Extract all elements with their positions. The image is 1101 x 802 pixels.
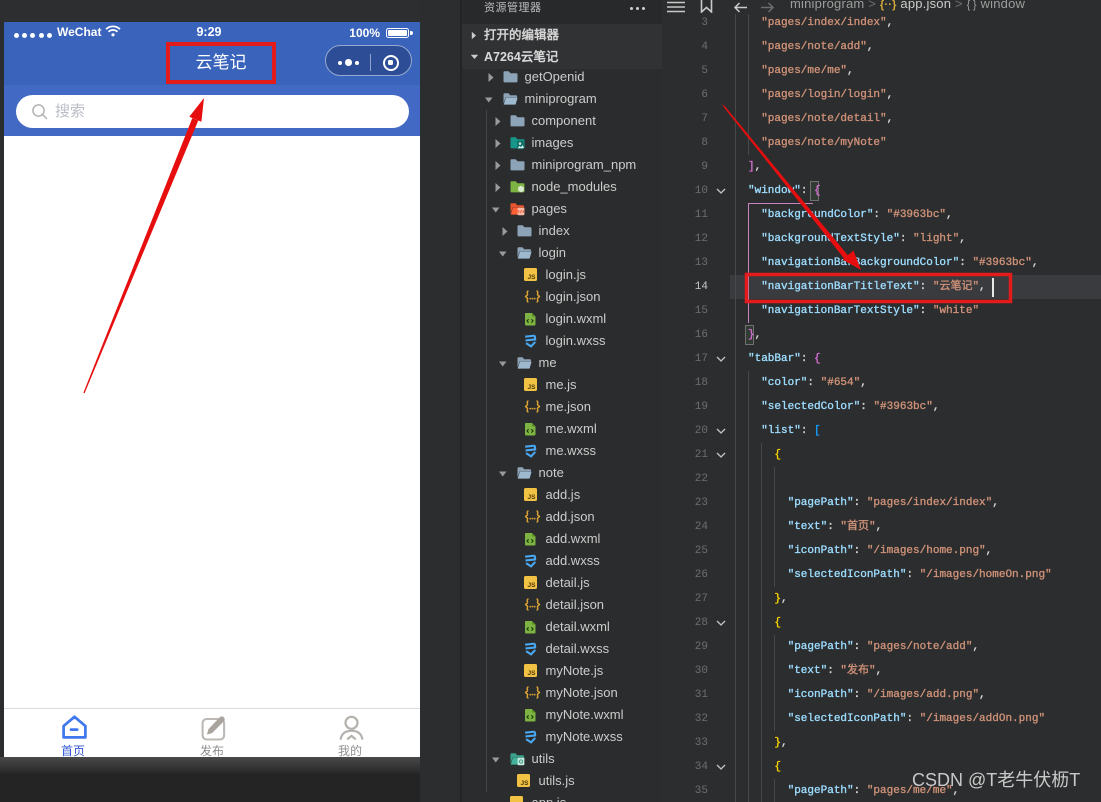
svg-text:JS: JS — [521, 780, 530, 787]
svg-text:JS: JS — [528, 582, 537, 589]
svg-text:JS: JS — [528, 384, 537, 391]
svg-text:JS: JS — [528, 670, 537, 677]
svg-text:JS: JS — [528, 494, 537, 501]
svg-text:JS: JS — [528, 274, 537, 281]
